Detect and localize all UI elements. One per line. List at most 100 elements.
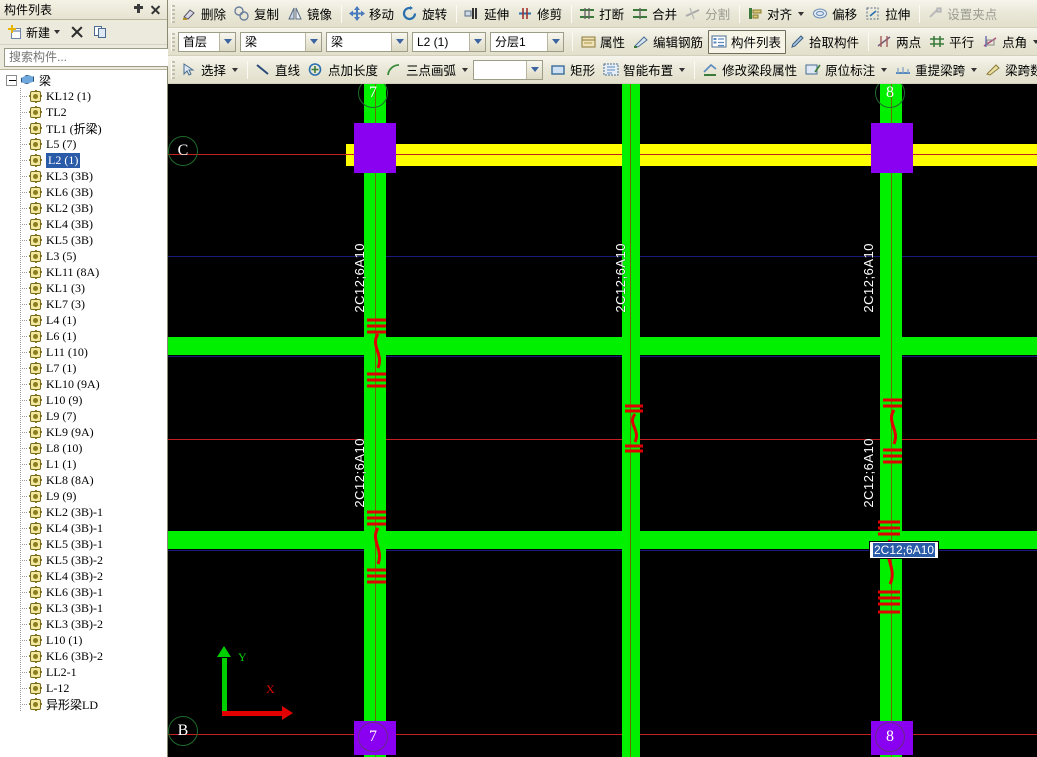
tree-item[interactable]: KL11 (8A): [0, 264, 167, 280]
member-select[interactable]: L2 (1): [412, 31, 486, 52]
tree-item[interactable]: KL3 (3B)-2: [0, 616, 167, 632]
toolbar-button-merge[interactable]: 合并: [629, 2, 682, 26]
toolbar-button-pick-member[interactable]: 拾取构件: [786, 30, 864, 54]
tree-item[interactable]: L5 (7): [0, 136, 167, 152]
arc-param-select[interactable]: [473, 59, 544, 80]
toolbar-button-span-data-copy[interactable]: 梁跨数据复制: [982, 58, 1037, 82]
chevron-down-icon[interactable]: [219, 32, 235, 51]
tree-item[interactable]: L2 (1): [0, 152, 167, 168]
tree-item[interactable]: KL3 (3B): [0, 168, 167, 184]
selected-rebar-tooltip[interactable]: 2C12;6A10: [869, 541, 940, 559]
close-icon[interactable]: [150, 4, 161, 16]
chevron-down-icon[interactable]: [469, 32, 485, 51]
tree-item[interactable]: L8 (10): [0, 440, 167, 456]
toolbar-button-smart-layout[interactable]: 智能布置: [600, 58, 690, 82]
tree-item[interactable]: TL2: [0, 104, 167, 120]
tree-item[interactable]: TL1 (折梁): [0, 120, 167, 136]
toolbar-grip[interactable]: [171, 60, 175, 79]
tree-item[interactable]: L-12: [0, 680, 167, 696]
toolbar-button-properties[interactable]: 属性: [577, 30, 630, 54]
toolbar-button-parallel[interactable]: 平行: [926, 30, 979, 54]
tree-item[interactable]: KL3 (3B)-1: [0, 600, 167, 616]
toolbar-button-cursor[interactable]: 选择: [178, 58, 243, 82]
delete-member-button[interactable]: [67, 24, 87, 40]
tree-item[interactable]: L6 (1): [0, 328, 167, 344]
tree-item[interactable]: KL6 (3B)-2: [0, 648, 167, 664]
chevron-down-icon[interactable]: [526, 60, 543, 79]
chevron-down-icon[interactable]: [232, 67, 239, 72]
toolbar-button-three-point-arc[interactable]: 三点画弧: [383, 58, 473, 82]
tree-item[interactable]: 异形梁LD: [0, 696, 167, 712]
chevron-down-icon[interactable]: [391, 32, 407, 51]
tree-item[interactable]: KL2 (3B): [0, 200, 167, 216]
tree-item[interactable]: L11 (10): [0, 344, 167, 360]
tree-item[interactable]: KL7 (3): [0, 296, 167, 312]
tree-item[interactable]: KL10 (9A): [0, 376, 167, 392]
toolbar-button-stretch[interactable]: 拉伸: [862, 2, 915, 26]
chevron-down-icon[interactable]: [679, 67, 686, 72]
tree-item[interactable]: KL4 (3B)-1: [0, 520, 167, 536]
tree-item[interactable]: L7 (1): [0, 360, 167, 376]
tree-item[interactable]: L10 (1): [0, 632, 167, 648]
toolbar-button-split[interactable]: 分割: [682, 2, 735, 26]
tree-item[interactable]: KL6 (3B)-1: [0, 584, 167, 600]
tree-item[interactable]: KL4 (3B)-2: [0, 568, 167, 584]
tree-item[interactable]: KL5 (3B)-1: [0, 536, 167, 552]
pin-icon[interactable]: [133, 3, 144, 16]
chevron-down-icon[interactable]: [1033, 39, 1037, 44]
tree-item[interactable]: LL2-1: [0, 664, 167, 680]
toolbar-button-edit-beam-segment[interactable]: 修改梁段属性: [699, 58, 802, 82]
floor-select[interactable]: 首层: [178, 31, 236, 52]
tree-item[interactable]: KL5 (3B): [0, 232, 167, 248]
tree-item[interactable]: KL8 (8A): [0, 472, 167, 488]
toolbar-button-point-length[interactable]: 点加长度: [305, 58, 383, 82]
search-input[interactable]: [4, 47, 169, 67]
tree-item[interactable]: KL9 (9A): [0, 424, 167, 440]
tree-item[interactable]: L1 (1): [0, 456, 167, 472]
chevron-down-icon[interactable]: [971, 67, 978, 72]
toolbar-button-align[interactable]: 对齐: [744, 2, 809, 26]
layer-select[interactable]: 分层1: [490, 31, 564, 52]
grid-bubble-7-bottom[interactable]: 7: [358, 722, 388, 752]
grid-bubble-8-bottom[interactable]: 8: [875, 722, 905, 752]
toolbar-button-offset[interactable]: 偏移: [809, 2, 862, 26]
new-member-button[interactable]: 新建: [5, 23, 63, 42]
tree-item[interactable]: L10 (9): [0, 392, 167, 408]
toolbar-button-extend[interactable]: 延伸: [461, 2, 514, 26]
chevron-down-icon[interactable]: [54, 30, 61, 34]
column-c7[interactable]: [354, 123, 396, 173]
tree-item[interactable]: KL4 (3B): [0, 216, 167, 232]
toolbar-button-in-situ-annotation[interactable]: 原位标注: [802, 58, 892, 82]
chevron-down-icon[interactable]: [462, 67, 469, 72]
toolbar-grip[interactable]: [171, 32, 175, 51]
grid-bubble-c[interactable]: C: [168, 136, 198, 166]
toolbar-button-point-angle[interactable]: 点角: [979, 30, 1037, 54]
tree-item[interactable]: L9 (9): [0, 488, 167, 504]
toolbar-button-mirror[interactable]: 镜像: [284, 2, 337, 26]
tree-item[interactable]: KL5 (3B)-2: [0, 552, 167, 568]
toolbar-button-re-extract-span[interactable]: 重提梁跨: [892, 58, 982, 82]
toolbar-button-eraser[interactable]: 删除: [178, 2, 231, 26]
tree-item[interactable]: L3 (5): [0, 248, 167, 264]
toolbar-button-member-list[interactable]: 构件列表: [708, 29, 787, 54]
tree-item[interactable]: KL6 (3B): [0, 184, 167, 200]
tree-item[interactable]: KL1 (3): [0, 280, 167, 296]
toolbar-button-break[interactable]: 打断: [576, 2, 629, 26]
toolbar-button-rectangle[interactable]: 矩形: [547, 58, 600, 82]
tree-expander[interactable]: [6, 74, 17, 86]
toolbar-button-set-grip[interactable]: 设置夹点: [924, 2, 1002, 26]
drawing-canvas[interactable]: Y X C 7 8 B 7 8 2C12;6A10 2C12;6A10 2C12;6A10 2C1…: [168, 84, 1037, 757]
toolbar-button-trim[interactable]: 修剪: [514, 2, 567, 26]
toolbar-grip[interactable]: [171, 4, 175, 23]
tree-root-beam[interactable]: 梁: [0, 72, 167, 88]
tree-item[interactable]: L9 (7): [0, 408, 167, 424]
toolbar-button-copy[interactable]: 复制: [231, 2, 284, 26]
type-select[interactable]: 梁: [326, 31, 408, 52]
toolbar-button-rotate[interactable]: 旋转: [399, 2, 452, 26]
toolbar-button-two-point[interactable]: 两点: [873, 30, 926, 54]
chevron-down-icon[interactable]: [798, 11, 805, 16]
tree-item[interactable]: KL2 (3B)-1: [0, 504, 167, 520]
column-c8[interactable]: [871, 123, 913, 173]
category-select[interactable]: 梁: [240, 31, 322, 52]
chevron-down-icon[interactable]: [547, 32, 563, 51]
